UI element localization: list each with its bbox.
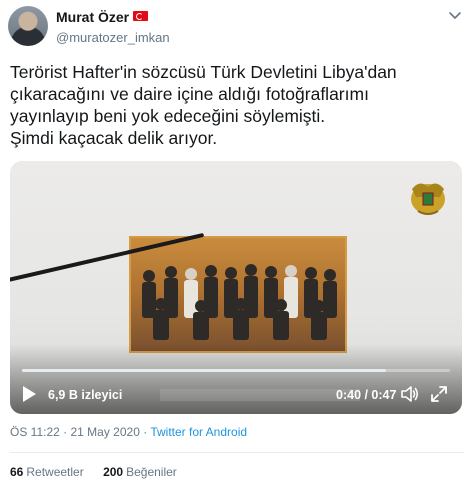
tweet-source-link[interactable]: Twitter for Android — [150, 425, 247, 439]
tweet-text: Terörist Hafter'in sözcüsü Türk Devletin… — [10, 61, 460, 149]
meta-separator: · — [59, 425, 71, 439]
play-icon — [23, 386, 36, 402]
tweet-card: Murat Özer @muratozer_imkan Terörist Haf… — [0, 0, 474, 488]
likes-label: Beğeniler — [126, 465, 177, 479]
group-photo-frame — [129, 236, 347, 353]
tweet-text-line: Şimdi kaçacak delik arıyor. — [10, 128, 218, 148]
video-progress-bar[interactable] — [22, 369, 450, 372]
retweets-stat[interactable]: 66 Retweetler — [10, 465, 84, 479]
video-time: 0:40 / 0:47 — [336, 388, 397, 402]
expand-icon — [431, 386, 447, 402]
video-controls-shade — [10, 344, 462, 414]
volume-button[interactable] — [400, 385, 420, 403]
emblem-icon — [406, 175, 450, 219]
author-display-name[interactable]: Murat Özer — [56, 9, 129, 25]
meta-separator: · — [139, 425, 151, 439]
play-button[interactable] — [20, 385, 38, 403]
author-block[interactable]: Murat Özer @muratozer_imkan — [56, 9, 170, 45]
video-player[interactable]: 6,9 B izleyici 0:40 / 0:47 — [10, 161, 462, 414]
video-progress-fill — [22, 369, 386, 372]
tweet-text-line: Terörist Hafter'in sözcüsü Türk Devletin… — [10, 62, 397, 82]
avatar[interactable] — [8, 6, 48, 46]
divider — [10, 452, 464, 453]
likes-stat[interactable]: 200 Beğeniler — [103, 465, 177, 479]
video-view-count: 6,9 B izleyici — [48, 388, 123, 402]
chevron-down-icon[interactable] — [448, 8, 462, 22]
tweet-meta: ÖS 11:22 · 21 May 2020 · Twitter for And… — [10, 425, 247, 439]
author-handle[interactable]: @muratozer_imkan — [56, 30, 170, 45]
retweets-label: Retweetler — [26, 465, 84, 479]
tweet-text-line: yayınlayıp beni yok edeceğini söylemişti… — [10, 106, 326, 126]
tweet-time[interactable]: ÖS 11:22 — [10, 425, 60, 439]
fullscreen-button[interactable] — [430, 385, 448, 403]
tweet-date[interactable]: 21 May 2020 — [70, 425, 139, 439]
video-caption-strip — [160, 389, 360, 401]
likes-count: 200 — [103, 465, 124, 479]
turkey-flag-icon — [133, 10, 149, 21]
tweet-text-line: çıkaracağını ve daire içine aldığı fotoğ… — [10, 84, 369, 104]
tweet-stats: 66 Retweetler 200 Beğeniler — [10, 465, 193, 479]
speaker-icon — [401, 386, 419, 402]
retweets-count: 66 — [10, 465, 24, 479]
